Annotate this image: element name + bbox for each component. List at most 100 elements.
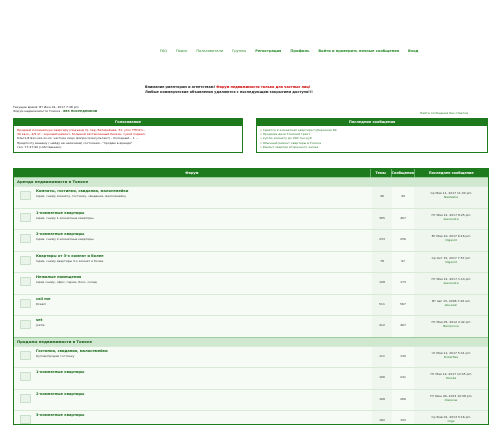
posts-count: 266 [392,389,414,410]
last-post-cell: Вт Мая 10, 2017 6:16 pm Olgaold [414,230,488,251]
table-row: 1-комнатные квартиры 166 241 Пт Мая 12, 201… [14,367,488,389]
table-row: Гостинки, свидания, малосемейки Куплю/про… [14,345,488,367]
last-post-author[interactable]: alla-keln [414,303,488,307]
last-post-author[interactable]: Bemprune [414,324,488,328]
forum-table-body: Аренда недвижимости в Томске Комнаты, гос… [14,177,488,424]
table-row: 2-комнатные квартиры Сдам, сниму 2-комнат… [14,229,488,251]
last-post-author[interactable]: Olga [414,419,488,423]
forum-title-link[interactable]: 3-комнатные квартиры [36,413,372,417]
last-post-cell: Пт Мая 12, 2017 12:05 pm Olenka [414,368,488,389]
forum-title-link[interactable]: 2-комнатные квартиры [36,392,372,396]
forum-title-link[interactable]: 1-комнатные квартиры [36,370,372,374]
forum-folder-icon [20,372,31,381]
forum-table: Форум Темы Сообщения Последнее сообщение… [13,168,489,425]
forum-folder-icon [20,191,31,200]
last-post-cell: Пт Мая 05, 2012 2:42 pm Bemprune [414,316,488,337]
forum-folder-icon [20,350,31,360]
forum-cell: Гостинки, свидания, малосемейки Куплю/про… [14,346,372,367]
forum-folder-icon [20,415,31,424]
notice-line1-prefix: Внимание риелторам и агентствам! [145,85,216,89]
forum-cell: 2-комнатные квартиры Сдам, сниму 2-комнат… [14,230,372,251]
nav-link[interactable]: Группы [232,49,246,59]
posts-count: 97 [392,251,414,272]
topics-count: 511 [372,294,392,315]
forum-title-link[interactable]: Гостинки, свидания, малосемейки [36,349,372,353]
category-row[interactable]: Аренда недвижимости в Томске [14,177,488,186]
nav-link[interactable]: Войти и проверить личные сообщения [318,49,399,59]
forum-title-link[interactable]: БЕЗ ПОСРЕДНИКОВ [63,109,97,113]
forum-cell: set Jointe [14,316,372,337]
forum-folder-icon [20,393,31,403]
forum-title-link[interactable]: 1-комнатные квартиры [36,211,372,215]
forum-description: Куплю/продам гостинку [36,353,75,358]
topics-count: 233 [372,230,392,251]
nav-link[interactable]: Регистрация [255,49,281,59]
forum-description: Сдам сниму, офис, гараж, бокс, склад [36,280,97,284]
table-row: 1-комнатные квартиры Сдам, сниму 1-комнат… [14,207,488,229]
header-posts: Сообщения [390,169,414,177]
forum-folder-icon [20,212,31,222]
forum-title-link[interactable]: call me [36,297,372,301]
top-nav: FAQ Поиск Пользователи Группы Регистрация Про… [160,49,498,59]
table-row: set Jointe 412 467 Пт Мая 05, 2012 2:42 pm Be… [14,315,488,337]
nav-link[interactable]: Пользователи [196,49,223,59]
forum-description: Сдам, сниму комнату, гостинку, свидание,… [36,194,127,198]
notice-line1-red[interactable]: Форум недвижимости только для частных ли… [216,85,310,89]
forum-description: Сдам, сниму 2-комнатные квартиры [36,237,94,241]
admin-notice: Внимание риелторам и агентствам! Форум н… [145,85,375,95]
table-row: Нежилые помещения Сдам сниму, офис, гараж… [14,272,488,294]
forum-table-header: Форум Темы Сообщения Последнее сообщение [14,169,488,177]
nav-link[interactable]: Поиск [176,49,187,59]
last-post-author[interactable]: Alexandra [414,217,488,221]
nav-link[interactable]: FAQ [160,49,167,59]
forum-cell: Комнаты, гостинки, свидания, малосемейки… [14,187,372,208]
recent-post-link[interactable]: » Ремонт квартир вторичного жилья [260,145,484,149]
forum-description: Сдам, сниму 1-комнатные квартиры [36,215,94,220]
header-last-post: Последнее сообщение [413,169,489,177]
last-post-cell: Вт Авг 15, 2006 7:26 am alla-keln [414,294,488,315]
category-row[interactable]: Продажа недвижимости в Томске [14,336,488,346]
last-post-author[interactable]: Alexandra [414,281,488,285]
forum-folder-icon [20,298,31,308]
topics-count: 168 [372,389,392,410]
topics-count: 108 [372,273,392,294]
forum-title-link[interactable]: Квартиры от 3-х комнат и более [36,254,372,258]
last-post-author[interactable]: Olenka [414,376,488,380]
last-post-author[interactable]: Nastasha [414,195,488,199]
table-row: 2-комнатные квартиры 168 266 Пт Июн 06, 201… [14,388,488,410]
last-post-author[interactable]: Dokerfies [414,355,488,359]
nav-link[interactable]: Профиль [290,49,309,59]
posts-count: 130 [392,346,414,367]
topics-count: 46 [372,187,392,208]
last-post-author[interactable]: Olgaold [414,260,488,264]
forum-cell: call me Dream [14,294,372,315]
forum-title-link[interactable]: Комнаты, гостинки, свидания, малосемейки [36,189,372,193]
poll-line: тел. 77-27-90 (собственник) [17,144,62,149]
poll-box-title: Голосование [14,119,242,126]
nav-link[interactable]: Вход [408,49,418,59]
posts-count: 467 [392,316,414,337]
table-row: call me Dream 511 567 Вт Авг 15, 2006 7:26 a… [14,293,488,315]
last-post-cell: Пт Июн 06, 2013 10:58 pm ldelarow [414,389,488,410]
recent-posts-box: Последние сообщения » Сдается 2-комнатна… [256,118,488,153]
forum-title-link[interactable]: 2-комнатные квартиры [36,232,372,236]
forum-cell: Нежилые помещения Сдам сниму, офис, гараж… [14,273,372,294]
topics-count: 166 [372,368,392,389]
notice-line2: Любые коммерческие объявления удаляются … [145,90,313,94]
last-post-cell: Пт Мая 12, 2017 1:14 pm Alexandra [414,273,488,294]
last-post-author[interactable]: ldelarow [414,398,488,402]
posts-count: 256 [392,230,414,251]
forum-title-link[interactable]: set [36,318,372,322]
forum-folder-icon [20,255,31,265]
last-post-cell: Пт Мая 12, 2017 8:25 pm Alexandra [414,208,488,229]
posts-count: 241 [392,368,414,389]
forum-cell: Квартиры от 3-х комнат и более Сдам, сним… [14,251,372,272]
posts-count: 467 [392,208,414,229]
unanswered-link[interactable]: Найти сообщения без ответов [420,111,468,115]
forum-cell: 3-комнатные квартиры [14,411,372,424]
forum-description: Сдам, сниму квартиры 3-х комнат и более [36,258,104,263]
table-row: Комнаты, гостинки, свидания, малосемейки… [14,186,488,208]
forum-title-link[interactable]: Нежилые помещения [36,275,372,279]
last-post-author[interactable]: Olgaold [414,238,488,242]
forum-cell: 1-комнатные квартиры Сдам, сниму 1-комнат… [14,208,372,229]
